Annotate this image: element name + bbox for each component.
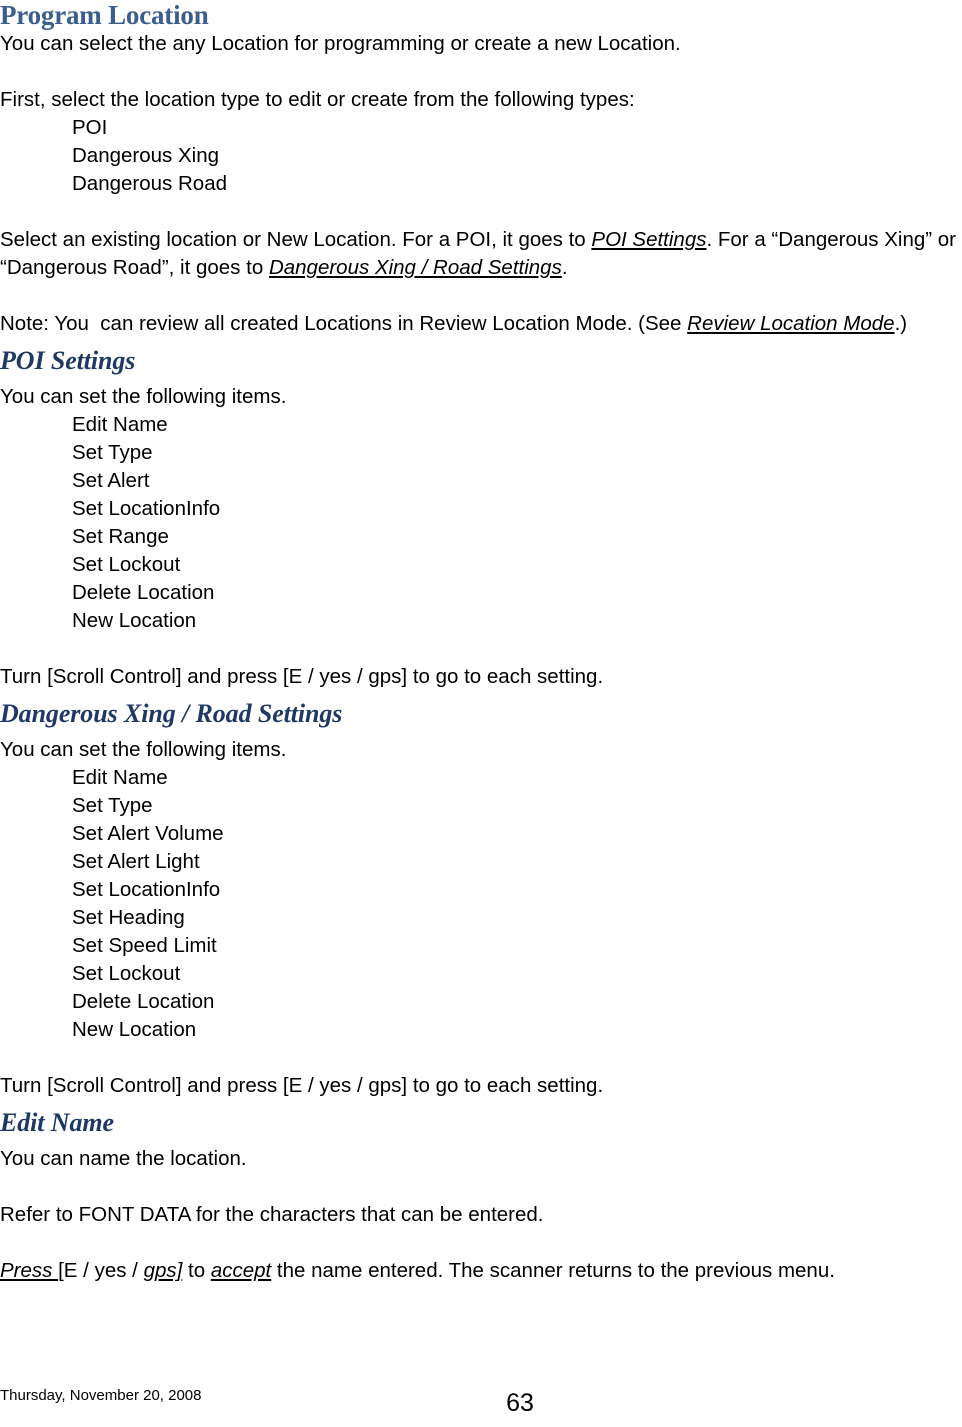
edit-name-description: You can name the location. bbox=[0, 1147, 247, 1170]
location-type-item: Dangerous Xing bbox=[72, 144, 220, 167]
location-type-item: POI bbox=[72, 116, 108, 139]
link-press[interactable]: Press bbox=[0, 1259, 58, 1282]
document-page: Program Location You can select the any … bbox=[0, 0, 962, 1427]
poi-setting-item: Set Alert bbox=[72, 469, 150, 492]
link-dangerous-xing-road-settings[interactable]: Dangerous Xing / Road Settings bbox=[269, 256, 562, 279]
page-title: Program Location bbox=[0, 0, 209, 30]
poi-setting-item: Set Lockout bbox=[72, 553, 181, 576]
location-type-prompt: First, select the location type to edit … bbox=[0, 88, 635, 111]
dangerous-settings-navigation-instruction: Turn [Scroll Control] and press [E / yes… bbox=[0, 1074, 604, 1097]
dangerous-setting-item: Set Alert Volume bbox=[72, 822, 224, 845]
press-text-part3: the name entered. The scanner returns to… bbox=[271, 1259, 835, 1282]
edit-name-font-data-reference: Refer to FONT DATA for the characters th… bbox=[0, 1203, 544, 1226]
poi-settings-navigation-instruction: Turn [Scroll Control] and press [E / yes… bbox=[0, 665, 604, 688]
poi-setting-item: Set LocationInfo bbox=[72, 497, 221, 520]
program-location-intro: You can select the any Location for prog… bbox=[0, 32, 681, 55]
footer-page-number: 63 bbox=[506, 1389, 534, 1417]
edit-name-press-instruction: Press [E / yes / gps] to accept the name… bbox=[0, 1257, 962, 1285]
poi-setting-item: Delete Location bbox=[72, 581, 215, 604]
press-text-part2: to bbox=[182, 1259, 211, 1282]
link-review-location-mode[interactable]: Review Location Mode bbox=[687, 312, 894, 335]
press-text-part1: [E / yes / bbox=[58, 1259, 144, 1282]
page-footer: Thursday, November 20, 2008 63 bbox=[0, 1379, 962, 1427]
dangerous-setting-item: Set Lockout bbox=[72, 962, 181, 985]
note-text-part1: Note: You can review all created Locatio… bbox=[0, 312, 688, 335]
dangerous-setting-item: Edit Name bbox=[72, 766, 168, 789]
section-heading-dangerous-xing-road-settings: Dangerous Xing / Road Settings bbox=[0, 699, 343, 728]
section-heading-edit-name: Edit Name bbox=[0, 1108, 114, 1137]
note-paragraph: Note: You can review all created Locatio… bbox=[0, 310, 962, 338]
note-text-part2: .) bbox=[894, 312, 908, 335]
section-heading-poi-settings: POI Settings bbox=[0, 346, 136, 375]
select-location-paragraph: Select an existing location or New Locat… bbox=[0, 226, 962, 282]
page-content: Program Location You can select the any … bbox=[0, 0, 962, 1285]
poi-setting-item: Edit Name bbox=[72, 413, 168, 436]
dangerous-setting-item: Set LocationInfo bbox=[72, 878, 221, 901]
dangerous-setting-item: Set Heading bbox=[72, 906, 185, 929]
link-gps[interactable]: gps] bbox=[144, 1259, 183, 1282]
dangerous-setting-item: Set Type bbox=[72, 794, 153, 817]
select-text-part3: . bbox=[561, 256, 568, 279]
link-poi-settings[interactable]: POI Settings bbox=[591, 228, 706, 251]
dangerous-setting-item: Set Speed Limit bbox=[72, 934, 217, 957]
link-accept[interactable]: accept bbox=[211, 1259, 271, 1282]
dangerous-setting-item: Delete Location bbox=[72, 990, 215, 1013]
poi-setting-item: New Location bbox=[72, 609, 197, 632]
dangerous-setting-item: New Location bbox=[72, 1018, 197, 1041]
dangerous-settings-intro: You can set the following items. bbox=[0, 738, 287, 761]
location-type-item: Dangerous Road bbox=[72, 172, 227, 195]
poi-setting-item: Set Range bbox=[72, 525, 169, 548]
dangerous-setting-item: Set Alert Light bbox=[72, 850, 200, 873]
select-text-part1: Select an existing location or New Locat… bbox=[0, 228, 592, 251]
poi-settings-intro: You can set the following items. bbox=[0, 385, 287, 408]
poi-setting-item: Set Type bbox=[72, 441, 153, 464]
